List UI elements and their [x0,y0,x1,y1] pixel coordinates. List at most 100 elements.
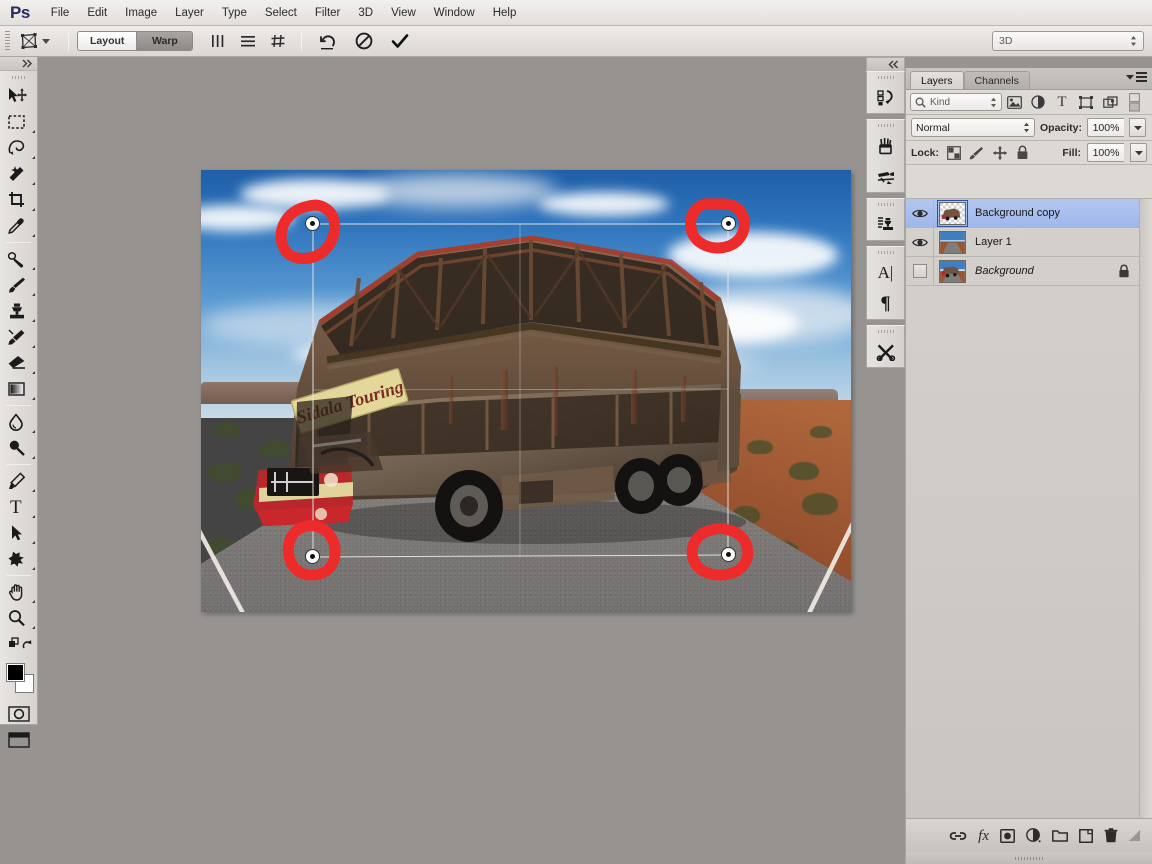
layer-row-background-copy[interactable]: Background copy [906,199,1152,228]
layout-mode-button[interactable]: Layout [78,32,137,50]
opacity-value[interactable]: 100% [1087,118,1125,137]
warp-mode-button[interactable]: Warp [136,32,193,50]
canvas-area[interactable]: Sidala Touring [38,57,866,864]
pin-top-right[interactable] [720,216,736,232]
new-adjustment-layer-icon[interactable] [1026,828,1041,843]
magic-wand-tool[interactable] [0,161,37,187]
menu-view[interactable]: View [382,4,425,22]
opacity-dropdown-icon[interactable] [1129,118,1147,137]
type-tool[interactable]: T [0,494,37,520]
layer-name[interactable]: Layer 1 [975,236,1012,248]
lock-all-icon[interactable] [1014,144,1031,161]
dodge-tool[interactable] [0,435,37,461]
paragraph-panel-icon[interactable]: ¶ [867,288,904,319]
tab-layers[interactable]: Layers [910,71,964,89]
panel-menu-icon[interactable] [1126,72,1147,82]
menu-image[interactable]: Image [116,4,166,22]
menu-3d[interactable]: 3D [349,4,382,22]
layer-list[interactable]: Background copy Layer 1 Background [906,198,1152,818]
auto-warp-icon[interactable] [263,29,293,53]
menu-type[interactable]: Type [213,4,256,22]
toolbar-grip[interactable] [0,71,37,83]
layer-name[interactable]: Background [975,265,1034,277]
chevron-down-icon[interactable] [42,38,50,44]
layer-row-layer-1[interactable]: Layer 1 [906,228,1152,257]
character-panel-icon[interactable]: A| [867,257,904,288]
edit-toolbar-button[interactable] [0,631,37,657]
filter-type-layers-icon[interactable]: T [1050,92,1074,112]
document-window[interactable]: Sidala Touring [201,170,851,612]
color-swatches[interactable] [0,661,37,701]
custom-shape-tool[interactable] [0,546,37,572]
layer-thumbnail[interactable] [937,199,968,227]
blur-tool[interactable] [0,409,37,435]
hand-tool[interactable] [0,579,37,605]
dock-grip[interactable] [867,120,904,130]
undo-icon[interactable] [310,28,346,54]
brush-tool[interactable] [0,272,37,298]
blend-spinner-icon[interactable] [1023,122,1030,133]
menu-help[interactable]: Help [484,4,526,22]
blend-mode-select[interactable]: Normal [911,118,1035,137]
eyedropper-tool[interactable] [0,213,37,239]
commit-icon[interactable] [382,28,418,54]
layer-thumbnail[interactable] [939,259,966,283]
remove-horizontal-distortion-icon[interactable] [233,29,263,53]
fill-value[interactable]: 100% [1087,143,1124,162]
layer-style-fx-icon[interactable]: fx [978,827,989,845]
remove-vertical-distortion-icon[interactable] [203,29,233,53]
filter-pixel-layers-icon[interactable] [1002,92,1026,112]
panel-resize-grip[interactable] [1129,830,1140,841]
dock-grip[interactable] [867,326,904,336]
zoom-tool[interactable] [0,605,37,631]
filter-toggle-switch[interactable] [1122,92,1146,112]
link-layers-icon[interactable] [949,829,967,843]
new-group-icon[interactable] [1052,829,1068,842]
lock-image-pixels-icon[interactable] [968,144,985,161]
dock-grip[interactable] [867,247,904,257]
brush-panel-icon[interactable] [867,130,904,161]
tool-presets-panel-icon[interactable] [867,336,904,367]
lasso-tool[interactable] [0,135,37,161]
perspective-warp-icon[interactable] [16,29,42,53]
options-bar-grip[interactable] [5,31,10,51]
history-panel-icon[interactable] [867,82,904,113]
toolbar-collapse-button[interactable] [0,57,37,71]
menu-select[interactable]: Select [256,4,306,22]
lock-transparent-pixels-icon[interactable] [945,144,962,161]
filter-adjustment-layers-icon[interactable] [1026,92,1050,112]
pen-tool[interactable] [0,468,37,494]
brush-presets-panel-icon[interactable] [867,161,904,192]
gradient-tool[interactable] [0,376,37,402]
menu-file[interactable]: File [42,4,79,22]
rectangular-marquee-tool[interactable] [0,109,37,135]
quick-mask-mode[interactable] [0,701,37,727]
delete-layer-icon[interactable] [1104,828,1118,843]
layer-row-background[interactable]: Background [906,257,1152,286]
tab-channels[interactable]: Channels [963,71,1030,89]
crop-tool[interactable] [0,187,37,213]
lock-position-icon[interactable] [991,144,1008,161]
fill-dropdown-icon[interactable] [1130,143,1147,162]
dock-grip[interactable] [867,72,904,82]
eye-off-icon[interactable] [912,264,927,278]
document-image[interactable]: Sidala Touring [201,170,851,612]
layer-list-scrollbar[interactable] [1139,199,1152,818]
menu-window[interactable]: Window [425,4,484,22]
panel-bottom-grip[interactable] [906,852,1152,864]
spot-healing-brush-tool[interactable] [0,246,37,272]
dock-expand-button[interactable] [866,57,905,71]
path-selection-tool[interactable] [0,520,37,546]
layer-visibility-toggle[interactable] [906,228,934,256]
workspace-spinner-icon[interactable] [1130,35,1137,47]
new-layer-icon[interactable] [1079,828,1093,843]
move-tool[interactable] [0,83,37,109]
kind-spinner-icon[interactable] [990,97,997,108]
layer-filter-kind-select[interactable]: Kind [910,93,1002,111]
menu-layer[interactable]: Layer [166,4,213,22]
menu-edit[interactable]: Edit [78,4,116,22]
clone-stamp-tool[interactable] [0,298,37,324]
layer-thumbnail[interactable] [939,230,966,254]
menu-filter[interactable]: Filter [306,4,350,22]
screen-mode[interactable] [0,727,37,753]
